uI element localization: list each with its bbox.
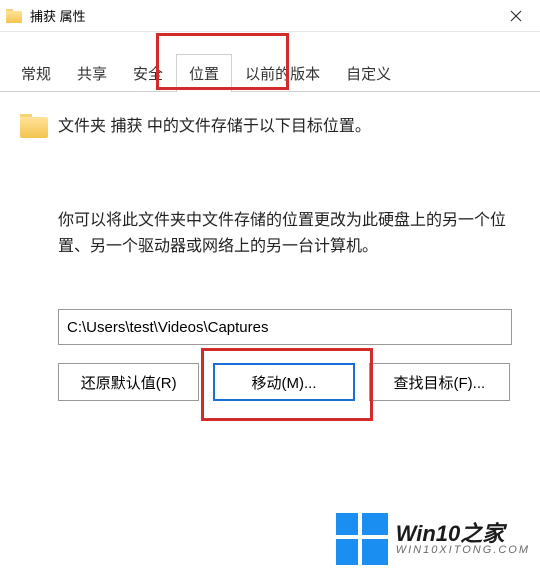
window-title: 捕获 属性: [30, 6, 496, 25]
tab-customize[interactable]: 自定义: [333, 54, 404, 92]
tab-security[interactable]: 安全: [120, 54, 176, 92]
folder-icon: [20, 114, 48, 138]
tab-bar: 常规 共享 安全 位置 以前的版本 自定义: [0, 32, 540, 92]
button-row: 还原默认值(R) 移动(M)... 查找目标(F)...: [58, 363, 510, 401]
tab-general[interactable]: 常规: [8, 54, 64, 92]
windows-logo-icon: [336, 513, 388, 565]
path-value: C:\Users\test\Videos\Captures: [67, 319, 268, 336]
move-button[interactable]: 移动(M)...: [213, 363, 354, 401]
watermark-brand: Win10之家: [396, 522, 530, 545]
description-line-2: 你可以将此文件夹中文件存储的位置更改为此硬盘上的另一个位置、另一个驱动器或网络上…: [58, 208, 510, 259]
tab-location[interactable]: 位置: [176, 54, 232, 92]
restore-defaults-button[interactable]: 还原默认值(R): [58, 363, 199, 401]
tab-share[interactable]: 共享: [64, 54, 120, 92]
titlebar: 捕获 属性: [0, 0, 540, 32]
folder-icon: [6, 9, 22, 23]
close-icon: [510, 10, 522, 22]
description-row: 文件夹 捕获 中的文件存储于以下目标位置。: [20, 112, 510, 138]
watermark: Win10之家 WIN10XITONG.COM: [336, 513, 530, 565]
tab-previous-versions[interactable]: 以前的版本: [232, 54, 333, 92]
path-input[interactable]: C:\Users\test\Videos\Captures: [58, 309, 512, 345]
content-area: 文件夹 捕获 中的文件存储于以下目标位置。 你可以将此文件夹中文件存储的位置更改…: [0, 92, 540, 401]
watermark-sub: WIN10XITONG.COM: [396, 545, 530, 557]
description-line-1: 文件夹 捕获 中的文件存储于以下目标位置。: [58, 112, 371, 136]
close-button[interactable]: [496, 2, 536, 30]
find-target-button[interactable]: 查找目标(F)...: [369, 363, 510, 401]
